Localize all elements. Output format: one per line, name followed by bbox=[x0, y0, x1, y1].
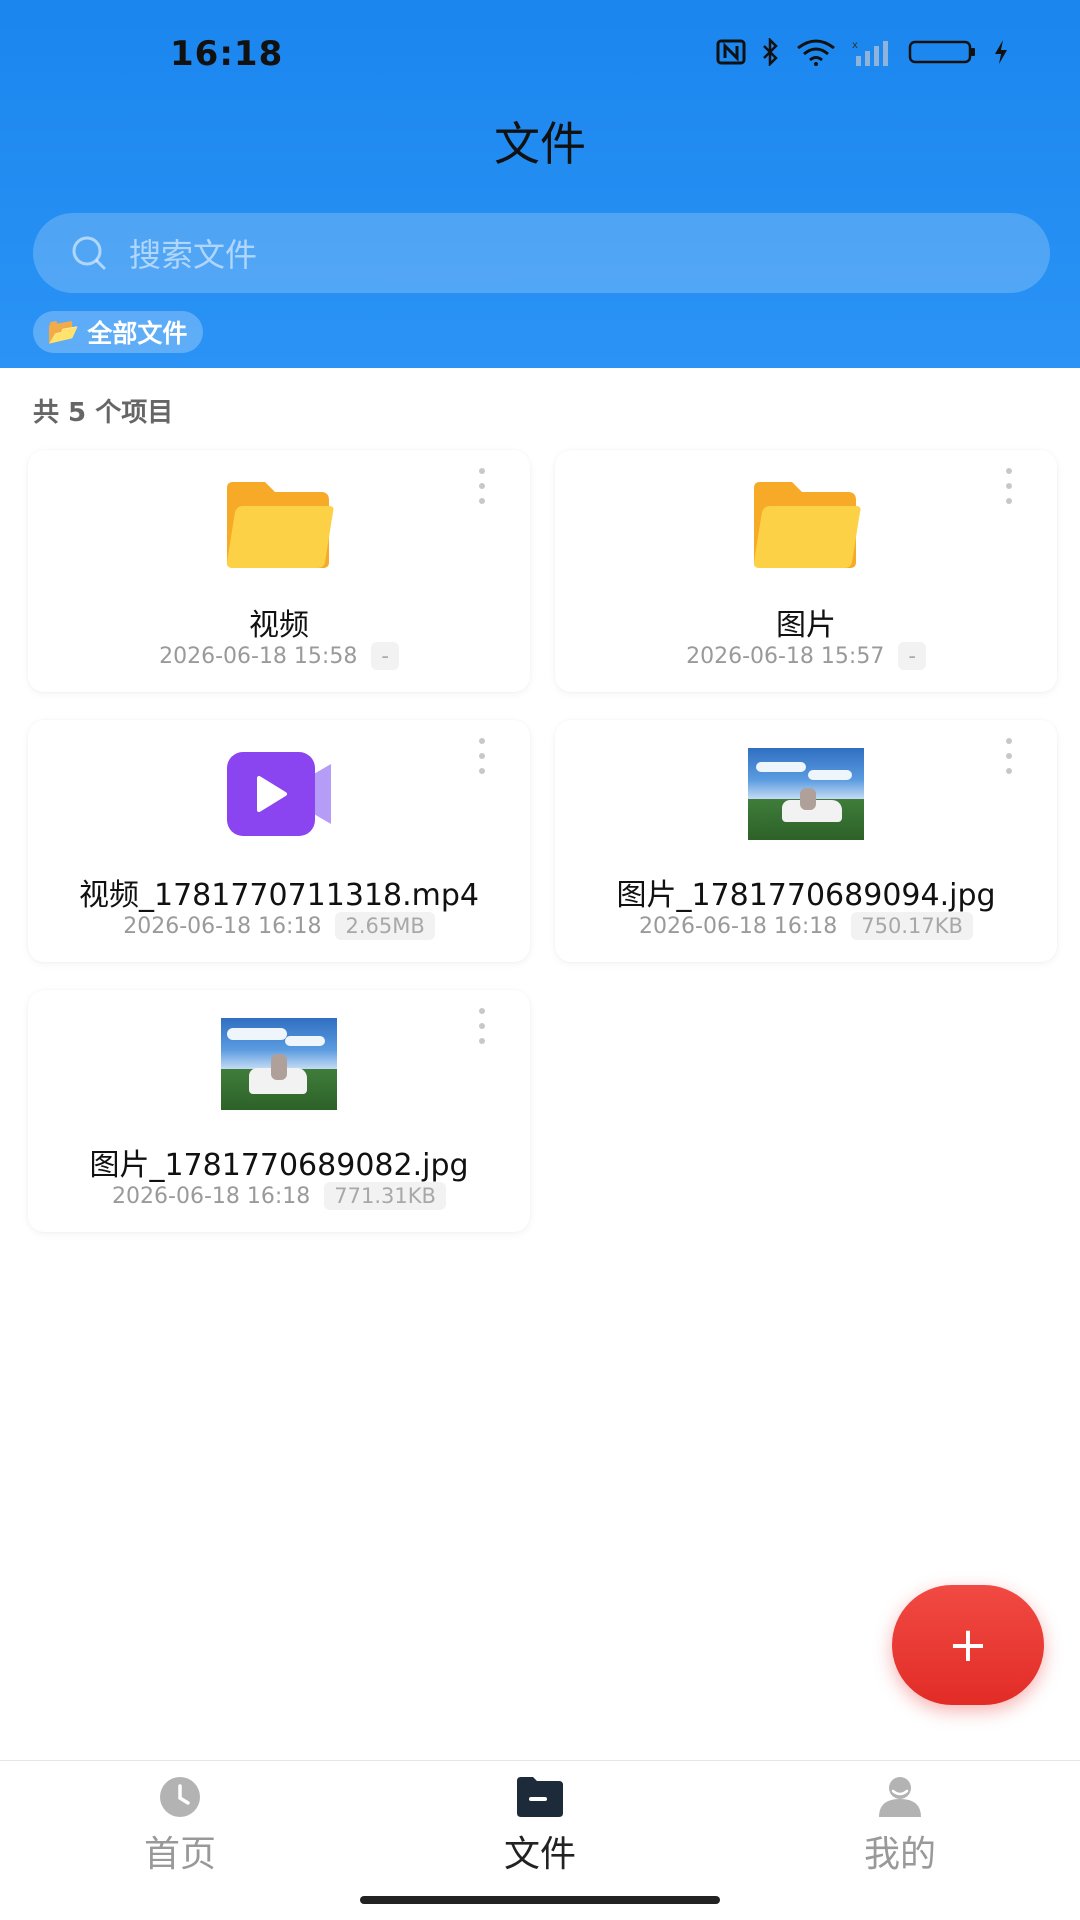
file-size-badge: 2.65MB bbox=[335, 912, 435, 940]
file-size-badge: - bbox=[371, 642, 399, 670]
status-bar: 16:18 x bbox=[0, 0, 1080, 110]
nav-label: 我的 bbox=[863, 1834, 936, 1875]
tab-profile[interactable]: 我的 bbox=[800, 1775, 1000, 1877]
all-files-chip[interactable]: 📂 全部文件 bbox=[33, 311, 204, 353]
file-date: 2026-06-18 15:58 bbox=[159, 643, 358, 669]
image-thumbnail bbox=[748, 748, 864, 840]
status-icons: x bbox=[716, 38, 1010, 66]
tab-home[interactable]: 首页 bbox=[80, 1775, 280, 1877]
battery-icon bbox=[908, 40, 975, 64]
header: 16:18 x 文件 搜索文件 📂 全部文件 bbox=[0, 0, 1080, 368]
video-file-icon bbox=[221, 748, 337, 840]
more-options-icon[interactable] bbox=[999, 738, 1019, 774]
clock-icon bbox=[155, 1775, 205, 1819]
folder-icon bbox=[515, 1775, 565, 1819]
file-card[interactable]: 图片_1781770689082.jpg 2026-06-18 16:18 77… bbox=[28, 990, 530, 1232]
search-placeholder: 搜索文件 bbox=[129, 236, 258, 274]
more-options-icon[interactable] bbox=[472, 468, 492, 504]
files-screen: 16:18 x 文件 搜索文件 📂 全部文件 共 5 个项目 视频 2026-0… bbox=[0, 0, 1080, 1920]
signal-icon: x bbox=[852, 40, 888, 66]
more-options-icon[interactable] bbox=[999, 468, 1019, 504]
file-size-badge: 771.31KB bbox=[324, 1182, 446, 1210]
file-meta: 2026-06-18 16:18 750.17KB bbox=[555, 912, 1057, 940]
file-date: 2026-06-18 15:57 bbox=[686, 643, 885, 669]
file-name: 视频 bbox=[249, 608, 309, 643]
home-indicator bbox=[360, 1896, 720, 1904]
file-name: 图片_1781770689082.jpg bbox=[89, 1148, 469, 1183]
nfc-icon bbox=[716, 39, 746, 65]
charging-icon bbox=[995, 40, 1007, 64]
more-options-icon[interactable] bbox=[472, 738, 492, 774]
wifi-icon bbox=[797, 39, 835, 66]
page-title: 文件 bbox=[494, 117, 586, 171]
file-size-badge: - bbox=[898, 642, 926, 670]
search-icon bbox=[72, 236, 106, 270]
folder-icon bbox=[748, 478, 864, 570]
tab-files[interactable]: 文件 bbox=[440, 1775, 640, 1877]
chip-label: 全部文件 bbox=[87, 319, 188, 348]
file-meta: 2026-06-18 15:58 - bbox=[28, 642, 530, 670]
file-date: 2026-06-18 16:18 bbox=[123, 913, 322, 939]
file-name: 图片_1781770689094.jpg bbox=[616, 878, 996, 913]
file-name: 视频_1781770711318.mp4 bbox=[78, 878, 480, 913]
more-options-icon[interactable] bbox=[472, 1008, 492, 1044]
image-thumbnail bbox=[221, 1018, 337, 1110]
search-input[interactable]: 搜索文件 bbox=[33, 213, 1050, 293]
status-time: 16:18 bbox=[170, 34, 284, 74]
file-date: 2026-06-18 16:18 bbox=[112, 1183, 311, 1209]
file-card[interactable]: 视频_1781770711318.mp4 2026-06-18 16:18 2.… bbox=[28, 720, 530, 962]
folder-icon bbox=[221, 478, 337, 570]
bluetooth-icon bbox=[763, 38, 778, 66]
file-size-badge: 750.17KB bbox=[851, 912, 973, 940]
nav-label: 文件 bbox=[503, 1834, 576, 1875]
add-file-button[interactable]: + bbox=[892, 1585, 1044, 1705]
file-card[interactable]: 图片_1781770689094.jpg 2026-06-18 16:18 75… bbox=[555, 720, 1057, 962]
item-count: 共 5 个项目 bbox=[33, 398, 174, 428]
open-folder-icon: 📂 bbox=[47, 317, 80, 347]
nav-label: 首页 bbox=[143, 1834, 216, 1875]
file-card[interactable]: 图片 2026-06-18 15:57 - bbox=[555, 450, 1057, 692]
file-card[interactable]: 视频 2026-06-18 15:58 - bbox=[28, 450, 530, 692]
file-meta: 2026-06-18 16:18 2.65MB bbox=[28, 912, 530, 940]
file-name: 图片 bbox=[776, 608, 836, 643]
file-meta: 2026-06-18 15:57 - bbox=[555, 642, 1057, 670]
svg-text:x: x bbox=[852, 40, 858, 51]
profile-icon bbox=[875, 1775, 925, 1819]
plus-icon: + bbox=[947, 1617, 989, 1673]
file-meta: 2026-06-18 16:18 771.31KB bbox=[28, 1182, 530, 1210]
file-date: 2026-06-18 16:18 bbox=[639, 913, 838, 939]
